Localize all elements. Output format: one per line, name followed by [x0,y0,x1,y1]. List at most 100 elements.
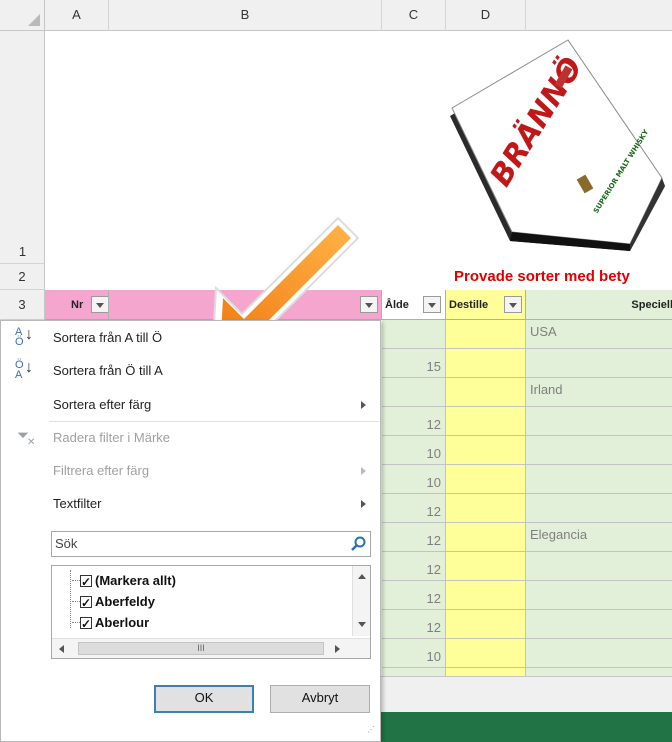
cell-speciell[interactable] [526,581,672,610]
column-header-b[interactable]: B [109,0,382,31]
menu-item-sort-az-label: Sortera från A till Ö [53,330,163,345]
sort-za-icon: Ö A ↓ [15,359,33,381]
scroll-down-icon[interactable] [358,622,366,627]
cell-speciell[interactable] [526,639,672,668]
submenu-arrow-icon [361,467,366,475]
menu-item-sort-color-label: Sortera efter färg [53,397,152,412]
cell-speciell[interactable]: USA [526,320,672,349]
cancel-button[interactable]: Avbryt [270,685,370,713]
cell-destilleri[interactable] [446,320,526,349]
resize-grip-icon[interactable]: ⋰ [367,726,377,737]
menu-item-filter-color[interactable]: Filtrera efter färg [1,454,380,487]
column-header-d[interactable]: D [446,0,526,31]
search-icon [351,536,366,551]
cell-destilleri[interactable] [446,552,526,581]
header-alder-label: Ålde [385,299,409,311]
filter-dropdown-menu: A Ö ↓ Sortera från A till Ö Ö A ↓ Sortera fr… [0,320,381,742]
cell-speciell[interactable] [526,494,672,523]
menu-item-clear-filter[interactable]: ⏷ ✕ Radera filter i Märke [1,421,380,454]
column-header-e[interactable]: E [526,0,672,31]
checkbox-checked-icon [80,615,92,633]
menu-item-filter-color-label: Filtrera efter färg [53,463,150,478]
checklist-label: (Markera allt) [95,573,176,588]
cell-destilleri[interactable] [446,523,526,552]
search-input[interactable]: Sök [51,531,371,557]
cell-alder[interactable]: 10 [382,436,446,465]
cell-alder[interactable]: 12 [382,494,446,523]
horizontal-scrollbar[interactable]: III [52,638,370,658]
row-header-1[interactable]: 1 [0,31,45,264]
logo-box-graphic: BRÄNNÖ SUPERIOR MALT WHISKY [450,39,665,251]
cell-speciell[interactable] [526,436,672,465]
cell-alder[interactable]: 12 [382,407,446,436]
column-header-a[interactable]: A [45,0,109,31]
cell-alder[interactable]: 15 [382,349,446,378]
cell-speciell[interactable] [526,552,672,581]
cell-alder[interactable]: 12 [382,581,446,610]
cell-speciell[interactable]: Elegancia [526,523,672,552]
cell-alder[interactable] [382,378,446,407]
cell-destilleri[interactable] [446,610,526,639]
header-cell-nr: Nr [45,290,109,320]
menu-item-text-filter-label: Textfilter [53,496,102,511]
menu-item-sort-az[interactable]: A Ö ↓ Sortera från A till Ö [1,321,380,354]
cell-speciell[interactable]: Irland [526,378,672,407]
select-all-corner[interactable] [0,0,45,31]
row-header-3[interactable]: 3 [0,290,45,320]
column-header-c[interactable]: C [382,0,446,31]
checklist-item-aberlour[interactable]: Aberlour [72,614,150,633]
scroll-right-icon[interactable] [335,645,340,653]
row-header-2[interactable]: 2 [0,264,45,290]
checklist-label: Aberlour [95,615,150,630]
checkbox-checked-icon [80,573,92,591]
cell-alder[interactable]: 12 [382,610,446,639]
cell-speciell[interactable] [526,407,672,436]
cell-alder[interactable]: 12 [382,523,446,552]
header-cell-speciell: Speciell [526,290,672,320]
cell-destilleri[interactable] [446,581,526,610]
header-cell-alder: Ålde [382,290,446,320]
checklist-item-select-all[interactable]: (Markera allt) [72,572,176,591]
scroll-left-icon[interactable] [59,645,64,653]
cell-destilleri[interactable] [446,378,526,407]
cell-speciell[interactable] [526,349,672,378]
cell-alder[interactable] [382,320,446,349]
checkbox-checked-icon [80,594,92,612]
sheet-tab-bar [380,676,672,712]
brand-logo-image: BRÄNNÖ SUPERIOR MALT WHISKY [440,36,672,261]
cell-destilleri[interactable] [446,407,526,436]
filter-dropdown-button-destilleri[interactable] [504,296,522,313]
vertical-scrollbar[interactable] [352,566,370,636]
cell-alder[interactable]: 10 [382,465,446,494]
menu-item-sort-color[interactable]: Sortera efter färg [1,388,380,421]
header-speciell-label: Speciell [631,299,672,311]
checklist-item-aberfeldy[interactable]: Aberfeldy [72,593,155,612]
row-header-1-label: 1 [18,244,27,259]
filter-dropdown-button-nr[interactable] [91,296,108,313]
menu-item-sort-za-label: Sortera från Ö till A [53,363,163,378]
cell-destilleri[interactable] [446,349,526,378]
cell-speciell[interactable] [526,465,672,494]
filter-dropdown-button-alder[interactable] [423,296,441,313]
cell-alder[interactable]: 12 [382,552,446,581]
header-destilleri-label: Destille [449,299,489,311]
sort-az-icon: A Ö ↓ [15,326,33,348]
header-cell-destilleri: Destille [446,290,526,320]
header-nr-label: Nr [71,299,84,311]
scroll-up-icon[interactable] [358,574,366,579]
cell-destilleri[interactable] [446,639,526,668]
clear-filter-icon: ⏷ ✕ [17,427,36,448]
scroll-thumb[interactable]: III [78,642,324,655]
menu-item-text-filter[interactable]: Textfilter [1,487,380,520]
tree-line [70,570,71,628]
cell-destilleri[interactable] [446,494,526,523]
cell-destilleri[interactable] [446,436,526,465]
submenu-arrow-icon [361,401,366,409]
menu-item-sort-za[interactable]: Ö A ↓ Sortera från Ö till A [1,354,380,387]
cell-alder[interactable]: 10 [382,639,446,668]
checklist-label: Aberfeldy [95,594,155,609]
cell-speciell[interactable] [526,610,672,639]
value-checklist: (Markera allt) Aberfeldy Aberlour III [51,565,371,659]
ok-button[interactable]: OK [154,685,254,713]
cell-destilleri[interactable] [446,465,526,494]
